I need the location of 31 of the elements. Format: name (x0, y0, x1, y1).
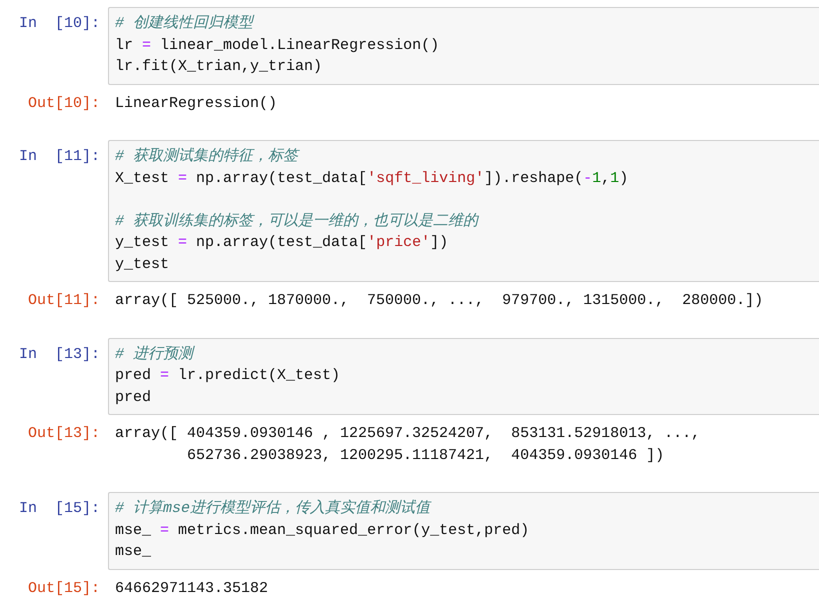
output-line: array([ 404359.0930146 , 1225697.32524207, 853131.52918013, ..., (115, 424, 700, 444)
output-prompt: Out[10]: (26, 94, 101, 114)
output-line: 64662971143.35182 (115, 578, 268, 598)
output-prompt: Out[15]: (26, 578, 101, 598)
code-line: X_test = np.array(test_data['sqft_living']).reshape(-1,1) (115, 168, 630, 188)
output-line: array([ 525000., 1870000., 750000., ..., 979700., 1315000., 280000.]) (115, 291, 764, 311)
output-line: LinearRegression() (115, 94, 278, 114)
code-line: y_test = np.array(test_data['price']) (115, 233, 450, 253)
output-line: 652736.29038923, 1200295.11187421, 404359.0930146 ]) (186, 446, 666, 466)
input-prompt: In [15]: (18, 499, 101, 519)
code-cell[interactable]: # 创建线性回归模型 lr = linear_model.LinearRegression() lr.fit(X_trian,y_trian) (108, 7, 819, 84)
output-prompt: Out[13]: (26, 424, 101, 444)
code-cell[interactable]: # 计算mse进行模型评估，传入真实值和测试值 mse_ = metrics.mean_squared_error(y_test,pred) mse_ (108, 492, 819, 570)
code-line: pred (115, 388, 152, 408)
code-line: mse_ = metrics.mean_squared_error(y_test,pred) (115, 520, 530, 540)
code-cell[interactable]: # 进行预测 pred = lr.predict(X_test) pred (108, 338, 819, 415)
code-line: # 获取训练集的标签，可以是一维的，也可以是二维的 (115, 212, 480, 232)
output-prompt: Out[11]: (26, 291, 101, 311)
input-prompt: In [13]: (18, 344, 101, 364)
code-line: y_test (115, 254, 170, 274)
code-line: # 获取测试集的特征，标签 (115, 146, 301, 167)
code-line: # 计算mse进行模型评估，传入真实值和测试值 (115, 498, 432, 519)
input-prompt: In [10]: (18, 14, 101, 34)
code-cell[interactable]: # 获取测试集的特征，标签 X_test = np.array(test_data['sqft_living']).reshape(-1,1) # 获取训练集的标签，可以是一维的，也可以是二维的 y_test = np.array(test_data['price']) y_test (108, 140, 819, 282)
input-prompt: In [11]: (18, 147, 101, 167)
code-line: lr = linear_model.LinearRegression() (115, 36, 440, 56)
code-line: mse_ (115, 542, 152, 562)
code-line: # 进行预测 (115, 344, 196, 364)
code-line: pred = lr.predict(X_test) (115, 366, 342, 386)
code-line: lr.fit(X_trian,y_trian) (115, 57, 324, 77)
code-line: # 创建线性回归模型 (115, 14, 256, 34)
